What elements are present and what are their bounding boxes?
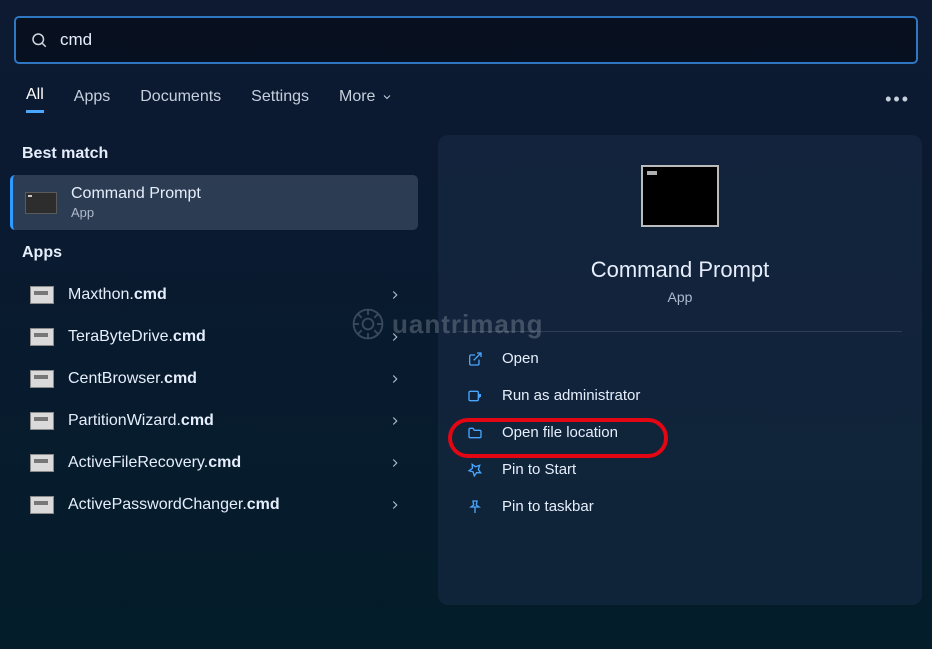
chevron-right-icon <box>388 330 402 344</box>
app-result-terabytedrive[interactable]: TeraByteDrive.cmd <box>10 316 418 358</box>
app-result-partitionwizard[interactable]: PartitionWizard.cmd <box>10 400 418 442</box>
command-prompt-preview-icon <box>641 165 719 227</box>
preview-subtitle: App <box>668 289 693 305</box>
file-icon <box>30 370 54 388</box>
results-column: Best match Command Prompt App Apps Maxth… <box>10 135 428 628</box>
section-apps: Apps <box>22 244 428 262</box>
action-open-file-location[interactable]: Open file location <box>458 414 902 451</box>
tab-more-label: More <box>339 88 375 106</box>
tab-apps[interactable]: Apps <box>74 88 110 112</box>
preview-title: Command Prompt <box>591 257 770 283</box>
filter-tabs: All Apps Documents Settings More ••• <box>26 86 910 113</box>
tab-settings[interactable]: Settings <box>251 88 309 112</box>
file-icon <box>30 412 54 430</box>
tab-more[interactable]: More <box>339 88 393 112</box>
more-options-button[interactable]: ••• <box>885 89 910 110</box>
chevron-right-icon <box>388 456 402 470</box>
pin-icon <box>466 499 484 515</box>
result-title: Command Prompt <box>71 185 201 203</box>
app-result-activefilerecovery[interactable]: ActiveFileRecovery.cmd <box>10 442 418 484</box>
search-bar[interactable] <box>14 16 918 64</box>
action-open[interactable]: Open <box>458 340 902 377</box>
file-icon <box>30 454 54 472</box>
chevron-down-icon <box>381 91 393 103</box>
tab-documents[interactable]: Documents <box>140 88 221 112</box>
chevron-right-icon <box>388 498 402 512</box>
app-result-centbrowser[interactable]: CentBrowser.cmd <box>10 358 418 400</box>
open-icon <box>466 351 484 367</box>
action-pin-to-start[interactable]: Pin to Start <box>458 451 902 488</box>
action-label: Open <box>502 350 539 367</box>
file-icon <box>30 286 54 304</box>
best-match-result[interactable]: Command Prompt App <box>10 175 418 230</box>
app-result-maxthon[interactable]: Maxthon.cmd <box>10 274 418 316</box>
section-best-match: Best match <box>22 145 428 163</box>
command-prompt-icon <box>25 192 57 214</box>
file-icon <box>30 496 54 514</box>
chevron-right-icon <box>388 288 402 302</box>
action-label: Pin to taskbar <box>502 498 594 515</box>
app-result-activepasswordchanger[interactable]: ActivePasswordChanger.cmd <box>10 484 418 526</box>
action-label: Run as administrator <box>502 387 640 404</box>
action-label: Open file location <box>502 424 618 441</box>
result-subtitle: App <box>71 205 201 220</box>
preview-panel: Command Prompt App Open Run as adm <box>438 135 922 605</box>
chevron-right-icon <box>388 372 402 386</box>
divider <box>458 331 902 332</box>
pin-icon <box>466 462 484 478</box>
shield-icon <box>466 388 484 404</box>
action-pin-to-taskbar[interactable]: Pin to taskbar <box>458 488 902 525</box>
search-input[interactable] <box>60 30 902 50</box>
tab-all[interactable]: All <box>26 86 44 113</box>
chevron-right-icon <box>388 414 402 428</box>
action-label: Pin to Start <box>502 461 576 478</box>
action-run-as-administrator[interactable]: Run as administrator <box>458 377 902 414</box>
file-icon <box>30 328 54 346</box>
folder-icon <box>466 425 484 441</box>
search-icon <box>30 31 48 49</box>
